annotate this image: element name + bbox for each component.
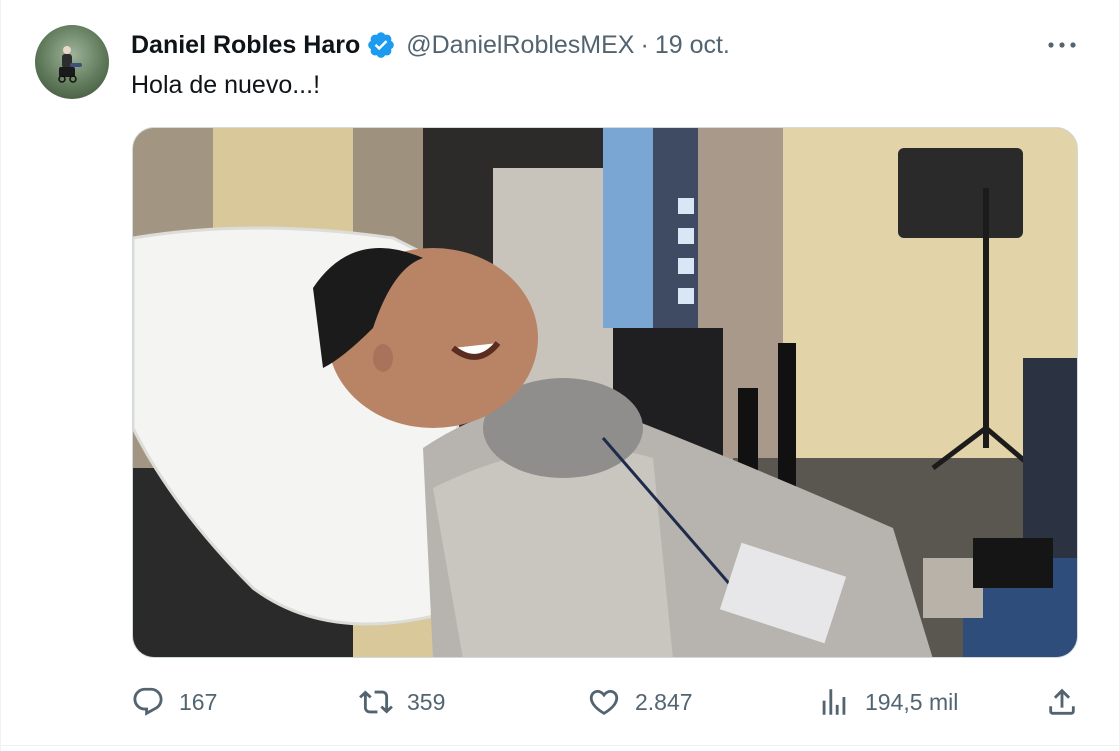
reply-button[interactable]: 167 — [131, 680, 217, 724]
more-options-button[interactable] — [1045, 30, 1079, 60]
views-icon — [822, 689, 846, 715]
avatar[interactable] — [35, 25, 109, 99]
header-separator: · — [640, 30, 649, 59]
tweet-date[interactable]: 19 oct. — [655, 31, 730, 60]
avatar-person-icon — [58, 46, 82, 83]
retweet-count: 359 — [407, 688, 446, 715]
retweet-button[interactable]: 359 — [359, 680, 445, 724]
author-name[interactable]: Daniel Robles Haro — [131, 31, 360, 60]
like-count: 2.847 — [635, 688, 693, 715]
views-count: 194,5 mil — [865, 688, 959, 715]
reply-icon — [133, 687, 163, 716]
share-button[interactable] — [1045, 680, 1079, 724]
tweet-card[interactable]: Daniel Robles Haro @DanielRoblesMEX · 19… — [0, 0, 1120, 751]
share-icon — [1049, 688, 1075, 715]
tweet-divider — [1, 745, 1120, 746]
verified-badge-icon[interactable] — [366, 30, 396, 60]
reply-count: 167 — [179, 688, 218, 715]
tweet-photo[interactable] — [132, 127, 1078, 658]
heart-icon — [589, 689, 619, 715]
tweet-text: Hola de nuevo...! — [131, 71, 321, 99]
views-button[interactable]: 194,5 mil — [817, 680, 958, 724]
author-handle[interactable]: @DanielRoblesMEX — [406, 31, 634, 60]
more-dots-icon — [1048, 42, 1076, 48]
tweet-header: Daniel Robles Haro @DanielRoblesMEX · 19… — [131, 28, 730, 62]
retweet-icon — [359, 690, 393, 714]
like-button[interactable]: 2.847 — [587, 680, 693, 724]
tweet-actions: 167 359 2.847 194,5 mil — [131, 680, 1081, 724]
